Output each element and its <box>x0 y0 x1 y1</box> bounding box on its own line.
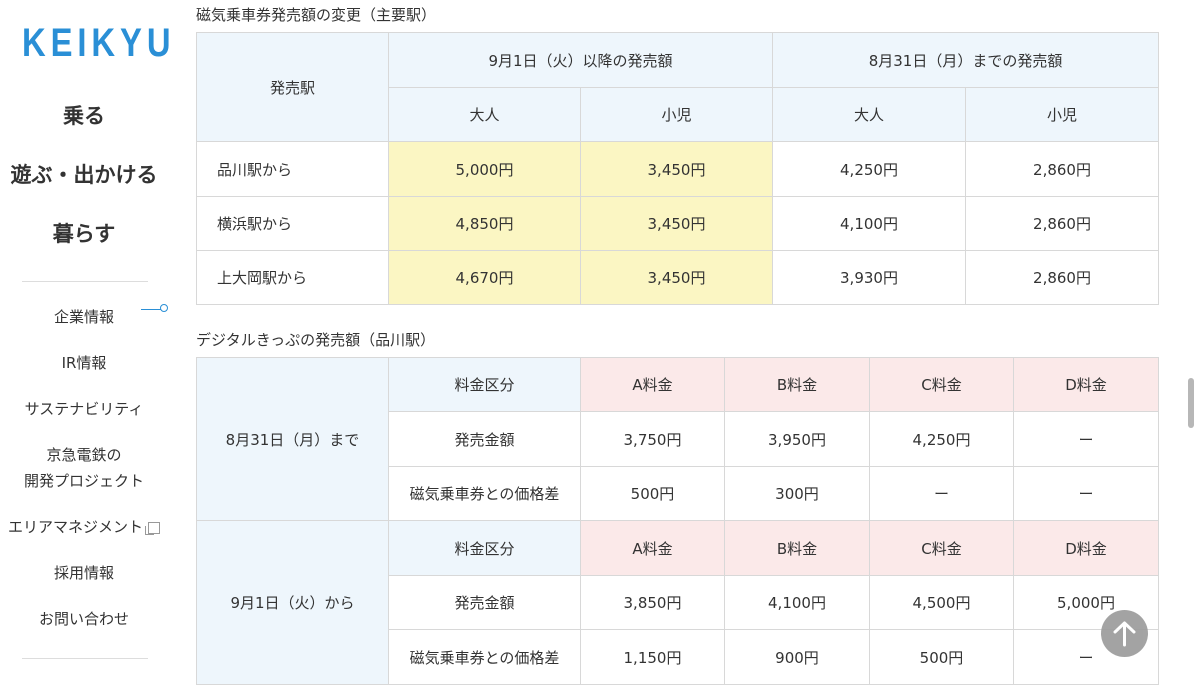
category-cell: B料金 <box>724 357 870 412</box>
category-label-cell: 料金区分 <box>388 357 581 412</box>
period-cell: 8月31日（月）まで <box>196 357 389 521</box>
main-nav-item-play[interactable]: 遊ぶ・出かける <box>0 154 168 213</box>
price-cell: 2,860円 <box>964 141 1160 197</box>
category-cell: C料金 <box>869 357 1014 412</box>
sub-nav-label: 採用情報 <box>53 564 114 582</box>
station-cell: 横浜駅から <box>196 196 389 251</box>
price-cell: 3,450円 <box>580 141 773 197</box>
diff-cell: 900円 <box>724 629 870 685</box>
table-row: 8月31日（月）まで 料金区分 A料金 B料金 C料金 D料金 <box>196 357 1159 521</box>
sub-nav-item-area-management[interactable]: エリアマネジメント <box>0 514 168 560</box>
station-cell: 上大岡駅から <box>196 250 389 305</box>
price-cell: 2,860円 <box>964 196 1160 251</box>
category-label-cell: 料金区分 <box>388 520 581 576</box>
price-cell: 5,000円 <box>388 141 581 197</box>
sidebar-divider <box>22 658 148 659</box>
sub-nav-label: お問い合わせ <box>38 610 129 628</box>
price-cell: 4,100円 <box>724 575 870 630</box>
sub-nav-item-corporate[interactable]: 企業情報 <box>0 296 168 350</box>
active-indicator-dot-icon <box>160 304 168 312</box>
price-cell: ー <box>1013 411 1159 467</box>
price-cell: 4,100円 <box>772 196 966 251</box>
price-cell: 4,250円 <box>869 411 1014 467</box>
price-cell: 3,950円 <box>724 411 870 467</box>
price-cell: 4,500円 <box>869 575 1014 630</box>
main-nav: 乗る 遊ぶ・出かける 暮らす <box>0 95 168 272</box>
category-cell: A料金 <box>580 357 725 412</box>
sub-nav-item-contact[interactable]: お問い合わせ <box>0 606 168 652</box>
digital-ticket-price-table: 8月31日（月）まで 料金区分 A料金 B料金 C料金 D料金 発売金額 3,7… <box>196 357 1159 685</box>
category-cell: D料金 <box>1013 357 1159 412</box>
child-header: 小児 <box>580 87 773 142</box>
price-cell: 3,450円 <box>580 250 773 305</box>
station-cell: 品川駅から <box>196 141 389 197</box>
sub-nav: 企業情報 IR情報 サステナビリティ 京急電鉄の 開発プロジェクト エリアマネジ… <box>0 296 168 652</box>
diff-label-cell: 磁気乗車券との価格差 <box>388 466 581 521</box>
sub-nav-label: 京急電鉄の <box>46 446 122 464</box>
category-cell: C料金 <box>869 520 1014 576</box>
main-nav-item-live[interactable]: 暮らす <box>0 213 168 272</box>
diff-cell: ー <box>1013 466 1159 521</box>
price-label-cell: 発売金額 <box>388 411 581 467</box>
sub-nav-label: サステナビリティ <box>24 400 144 418</box>
keikyu-logo[interactable]: KEIKYU <box>22 18 171 68</box>
price-cell: 4,670円 <box>388 250 581 305</box>
magnetic-ticket-price-table: 発売駅 9月1日（火）以降の発売額 8月31日（月）までの発売額 大人 小児 大… <box>196 32 1160 305</box>
price-cell: 3,750円 <box>580 411 725 467</box>
table-caption-magnetic: 磁気乗車券発売額の変更（主要駅） <box>196 6 437 24</box>
category-cell: B料金 <box>724 520 870 576</box>
diff-cell: ー <box>869 466 1014 521</box>
price-cell: 3,930円 <box>772 250 966 305</box>
price-cell: 3,850円 <box>580 575 725 630</box>
category-cell: A料金 <box>580 520 725 576</box>
diff-cell: 500円 <box>869 629 1014 685</box>
sub-nav-item-development[interactable]: 京急電鉄の 開発プロジェクト <box>0 442 168 514</box>
diff-cell: 500円 <box>580 466 725 521</box>
table-row: 品川駅から 5,000円 3,450円 4,250円 2,860円 <box>196 141 1160 197</box>
sub-nav-label: エリアマネジメント <box>7 518 143 536</box>
sidebar-divider <box>22 281 148 282</box>
table-row: 横浜駅から 4,850円 3,450円 4,100円 2,860円 <box>196 196 1160 251</box>
external-link-icon <box>145 521 160 535</box>
sidebar: KEIKYU 乗る 遊ぶ・出かける 暮らす 企業情報 IR情報 サステナビリティ… <box>0 0 171 675</box>
diff-cell: 300円 <box>724 466 870 521</box>
period-cell: 9月1日（火）から <box>196 520 389 685</box>
diff-cell: 1,150円 <box>580 629 725 685</box>
new-price-header: 9月1日（火）以降の発売額 <box>388 32 773 88</box>
old-price-header: 8月31日（月）までの発売額 <box>771 32 1160 88</box>
station-header: 発売駅 <box>196 32 389 142</box>
arrow-up-icon <box>1113 621 1136 647</box>
table-row: 9月1日（火）から 料金区分 A料金 B料金 C料金 D料金 <box>196 520 1159 685</box>
adult-header: 大人 <box>388 87 581 142</box>
sub-nav-label: 企業情報 <box>53 308 114 326</box>
price-cell: 3,450円 <box>580 196 773 251</box>
sub-nav-item-recruit[interactable]: 採用情報 <box>0 560 168 606</box>
price-label-cell: 発売金額 <box>388 575 581 630</box>
sub-nav-label: 開発プロジェクト <box>23 472 144 490</box>
table-row: 上大岡駅から 4,670円 3,450円 3,930円 2,860円 <box>196 250 1160 305</box>
price-cell: 2,860円 <box>964 250 1160 305</box>
back-to-top-button[interactable] <box>1101 610 1148 657</box>
table-caption-digital: デジタルきっぷの発売額（品川駅） <box>196 331 436 349</box>
sub-nav-item-ir[interactable]: IR情報 <box>0 350 168 396</box>
adult-header: 大人 <box>772 87 966 142</box>
category-cell: D料金 <box>1013 520 1159 576</box>
main-content: 磁気乗車券発売額の変更（主要駅） 発売駅 9月1日（火）以降の発売額 8月31日… <box>196 0 1160 685</box>
main-nav-item-ride[interactable]: 乗る <box>0 95 168 154</box>
child-header: 小児 <box>964 87 1160 142</box>
price-cell: 4,250円 <box>772 141 966 197</box>
sub-nav-item-sustainability[interactable]: サステナビリティ <box>0 396 168 442</box>
price-cell: 4,850円 <box>388 196 581 251</box>
page-scrollbar[interactable] <box>1188 378 1194 428</box>
sub-nav-label: IR情報 <box>61 354 107 372</box>
diff-label-cell: 磁気乗車券との価格差 <box>388 629 581 685</box>
